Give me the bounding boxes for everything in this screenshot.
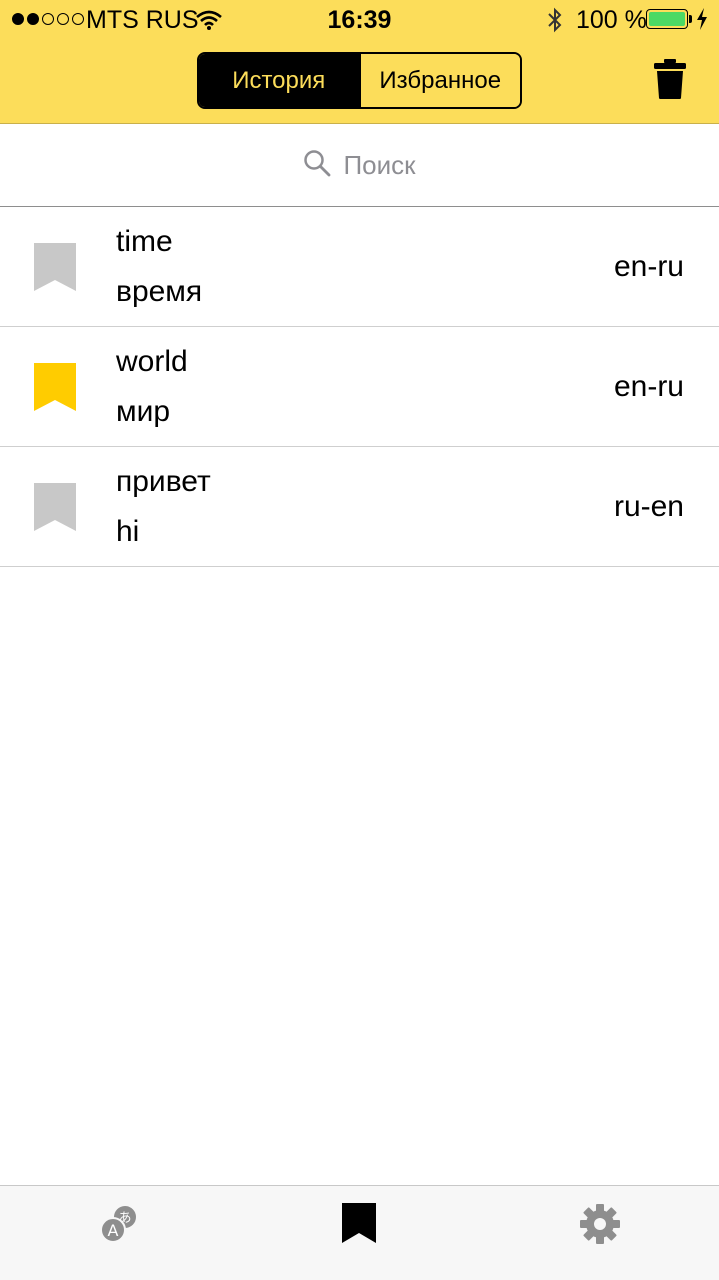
translated-word: hi [116,515,140,548]
bookmark-icon[interactable] [342,1203,376,1248]
charging-icon [696,8,708,37]
status-bar: MTS RUS 16:39 100 % [0,0,719,40]
battery-percentage: 100 % [576,6,647,34]
source-word: привет [116,465,211,498]
language-pair: en-ru [613,250,684,283]
bookmark-icon[interactable] [34,363,76,416]
translated-word: мир [116,395,171,428]
language-pair: en-ru [613,370,684,403]
history-favorites-switch: История Избранное [197,52,522,109]
translate-icon[interactable]: あ A [98,1203,140,1250]
tab-history[interactable]: История [199,54,359,107]
list-item[interactable]: world мир en-ru [0,327,719,447]
source-word: world [116,345,188,378]
language-pair: ru-en [613,490,684,523]
tab-favorites[interactable]: Избранное [358,54,520,107]
translated-word: время [116,275,203,308]
bookmark-icon[interactable] [34,483,76,536]
trash-icon[interactable] [652,58,688,105]
search-placeholder: Поиск [343,149,416,180]
list-item[interactable]: привет hi ru-en [0,447,719,567]
tab-bar: あ A [0,1185,719,1280]
source-word: time [116,225,173,258]
list-item[interactable]: time время en-ru [0,207,719,327]
bluetooth-icon [545,6,565,41]
battery-icon [646,9,688,29]
bookmark-icon[interactable] [34,243,76,296]
top-header: MTS RUS 16:39 100 % История Избранное [0,0,719,124]
gear-icon[interactable] [580,1204,620,1249]
search-icon [303,149,331,182]
search-bar[interactable]: Поиск [0,124,719,207]
history-list: time время en-ru world мир en-ru привет … [0,207,719,567]
svg-text:A: A [108,1221,119,1240]
